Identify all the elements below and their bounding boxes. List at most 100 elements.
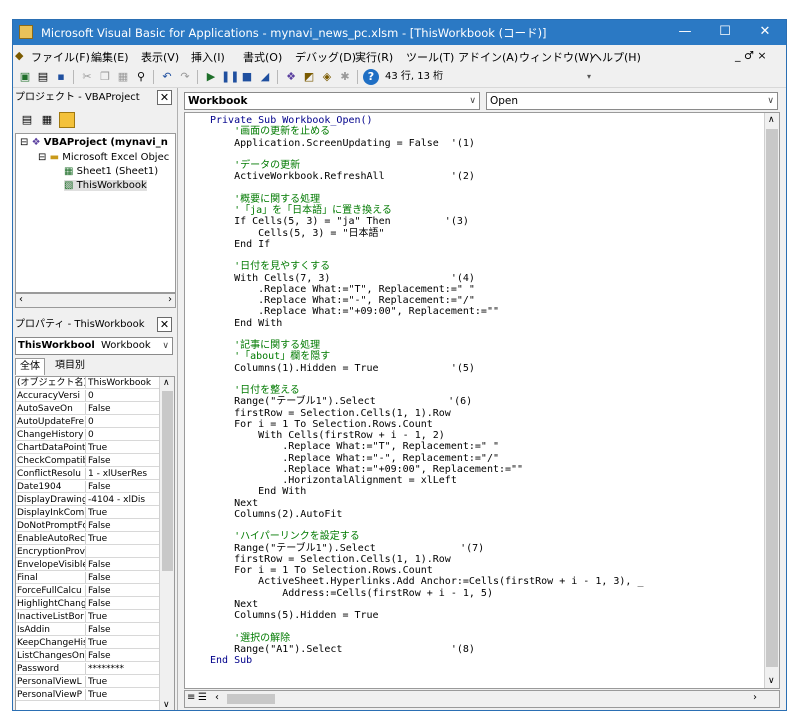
code-line[interactable]: End Sub — [210, 655, 755, 666]
property-value[interactable]: False — [88, 624, 159, 635]
menu-window[interactable]: ウィンドウ(W) — [519, 49, 593, 65]
property-value[interactable]: -4104 - xlDis — [88, 494, 159, 505]
reset-icon[interactable]: ■ — [239, 69, 255, 85]
save-icon[interactable]: ▪ — [53, 69, 69, 85]
code-line[interactable]: .Replace What:="T", Replacement:=" " — [210, 284, 755, 295]
chevron-down-icon[interactable]: ∨ — [469, 93, 476, 109]
code-line[interactable] — [210, 374, 755, 385]
break-icon[interactable]: ❚❚ — [221, 69, 239, 85]
code-line[interactable]: '日付を整える — [210, 385, 755, 396]
code-line[interactable]: Address:=Cells(firstRow + i - 1, 5) — [210, 588, 755, 599]
code-line[interactable]: ActiveSheet.Hyperlinks.Add Anchor:=Cells… — [210, 576, 755, 587]
property-row[interactable]: HighlightChang False — [16, 598, 159, 610]
scroll-thumb[interactable] — [766, 129, 778, 667]
toggle-folders-icon[interactable] — [59, 112, 75, 128]
insert-module-icon[interactable]: ▤ — [35, 69, 51, 85]
property-row[interactable]: DoNotPromptFo False — [16, 520, 159, 532]
code-line[interactable]: End With — [210, 318, 755, 329]
mdi-controls[interactable]: _ ♂ × — [735, 49, 767, 62]
code-line[interactable]: Application.ScreenUpdating = False '(1) — [210, 138, 755, 149]
properties-object-select[interactable]: ThisWorkbool Workbook ∨ — [15, 337, 173, 355]
properties-window-icon[interactable]: ◩ — [301, 69, 317, 85]
tree-node-vbaproject[interactable]: ⊟ ❖ VBAProject (mynavi_n — [20, 137, 168, 148]
find-icon[interactable]: ⚲ — [133, 69, 149, 85]
view-object-icon[interactable]: ▦ — [39, 112, 55, 128]
property-value[interactable]: False — [88, 403, 159, 414]
scroll-left-icon[interactable]: ‹ — [19, 294, 23, 305]
property-row[interactable]: AccuracyVersi 0 — [16, 390, 159, 402]
property-value[interactable]: True — [88, 611, 159, 622]
menu-help[interactable]: ヘルプ(H) — [591, 49, 641, 65]
properties-pane-close-button[interactable]: ✕ — [157, 317, 172, 332]
chevron-down-icon[interactable]: ∨ — [767, 93, 774, 109]
excel-view-icon[interactable]: ▣ — [17, 69, 33, 85]
code-text[interactable]: Private Sub Workbook_Open() '画面の更新を止める A… — [210, 115, 755, 666]
property-value[interactable]: False — [88, 585, 159, 596]
property-value[interactable]: True — [88, 442, 159, 453]
property-value[interactable]: False — [88, 520, 159, 531]
object-select[interactable]: Workbook ∨ — [184, 92, 480, 110]
object-browser-icon[interactable]: ◈ — [319, 69, 335, 85]
property-value[interactable]: True — [88, 676, 159, 687]
scroll-thumb[interactable] — [162, 391, 173, 571]
code-line[interactable]: .Replace What:="-", Replacement:="/" — [210, 295, 755, 306]
menu-insert[interactable]: 挿入(I) — [191, 49, 225, 65]
property-row[interactable]: ChartDataPoint True — [16, 442, 159, 454]
property-value[interactable]: True — [88, 637, 159, 648]
toolbar-options-icon[interactable]: ▾ — [585, 69, 593, 85]
project-explorer-icon[interactable]: ❖ — [283, 69, 299, 85]
code-line[interactable]: 'ハイパーリンクを設定する — [210, 531, 755, 542]
code-line[interactable]: Cells(5, 3) = "日本語" — [210, 228, 755, 239]
menu-tools[interactable]: ツール(T) — [406, 49, 454, 65]
code-line[interactable]: Range("テーブル1").Select '(7) — [210, 543, 755, 554]
property-row[interactable]: ForceFullCalcu False — [16, 585, 159, 597]
property-value[interactable]: False — [88, 559, 159, 570]
property-row[interactable]: Final False — [16, 572, 159, 584]
code-line[interactable]: firstRow = Selection.Cells(1, 1).Row — [210, 554, 755, 565]
property-row[interactable]: ConflictResolu 1 - xlUserRes — [16, 468, 159, 480]
property-row[interactable]: EnvelopeVisible False — [16, 559, 159, 571]
code-line[interactable] — [210, 520, 755, 531]
paste-icon[interactable]: ▦ — [115, 69, 131, 85]
procedure-view-icon[interactable]: ≡ — [187, 692, 195, 703]
code-line[interactable]: Next — [210, 498, 755, 509]
property-row[interactable]: PersonalViewL True — [16, 676, 159, 688]
code-line[interactable]: Next — [210, 599, 755, 610]
property-value[interactable]: ******** — [88, 663, 159, 674]
scroll-right-icon[interactable]: › — [753, 692, 757, 703]
property-row[interactable]: Password ******** — [16, 663, 159, 675]
property-value[interactable]: 0 — [88, 429, 159, 440]
property-value[interactable]: 1 - xlUserRes — [88, 468, 159, 479]
collapse-icon[interactable]: ⊟ — [20, 137, 28, 148]
tree-node-sheet1[interactable]: ▦ Sheet1 (Sheet1) — [64, 166, 158, 177]
close-button[interactable]: ✕ — [745, 20, 785, 45]
code-line[interactable]: Columns(2).AutoFit — [210, 509, 755, 520]
property-row[interactable]: DisplayDrawing -4104 - xlDis — [16, 494, 159, 506]
procedure-select[interactable]: Open ∨ — [486, 92, 778, 110]
property-row[interactable]: ListChangesOn False — [16, 650, 159, 662]
code-line[interactable]: End If — [210, 239, 755, 250]
property-value[interactable]: False — [88, 598, 159, 609]
code-line[interactable]: Range("A1").Select '(8) — [210, 644, 755, 655]
code-line[interactable] — [210, 250, 755, 261]
property-row[interactable]: AutoUpdateFre 0 — [16, 416, 159, 428]
menu-run[interactable]: 実行(R) — [355, 49, 393, 65]
property-row[interactable]: EncryptionProv — [16, 546, 159, 558]
full-module-view-icon[interactable]: ☰ — [198, 692, 207, 703]
property-value[interactable]: 0 — [88, 416, 159, 427]
code-editor[interactable]: Private Sub Workbook_Open() '画面の更新を止める A… — [184, 112, 780, 689]
collapse-icon[interactable]: ⊟ — [38, 152, 46, 163]
help-icon[interactable]: ? — [363, 69, 379, 85]
property-value[interactable]: False — [88, 572, 159, 583]
chevron-down-icon[interactable]: ∨ — [162, 338, 169, 354]
property-row[interactable]: InactiveListBor True — [16, 611, 159, 623]
property-row[interactable]: PersonalViewP True — [16, 689, 159, 701]
code-line[interactable]: '概要に関する処理 — [210, 194, 755, 205]
property-row[interactable]: EnableAutoRec True — [16, 533, 159, 545]
code-line[interactable]: With Cells(firstRow + i - 1, 2) — [210, 430, 755, 441]
copy-icon[interactable]: ❐ — [97, 69, 113, 85]
menu-file[interactable]: ファイル(F) — [31, 49, 90, 65]
code-line[interactable]: If Cells(5, 3) = "ja" Then '(3) — [210, 216, 755, 227]
property-row[interactable]: IsAddin False — [16, 624, 159, 636]
scroll-left-icon[interactable]: ‹ — [215, 692, 219, 703]
